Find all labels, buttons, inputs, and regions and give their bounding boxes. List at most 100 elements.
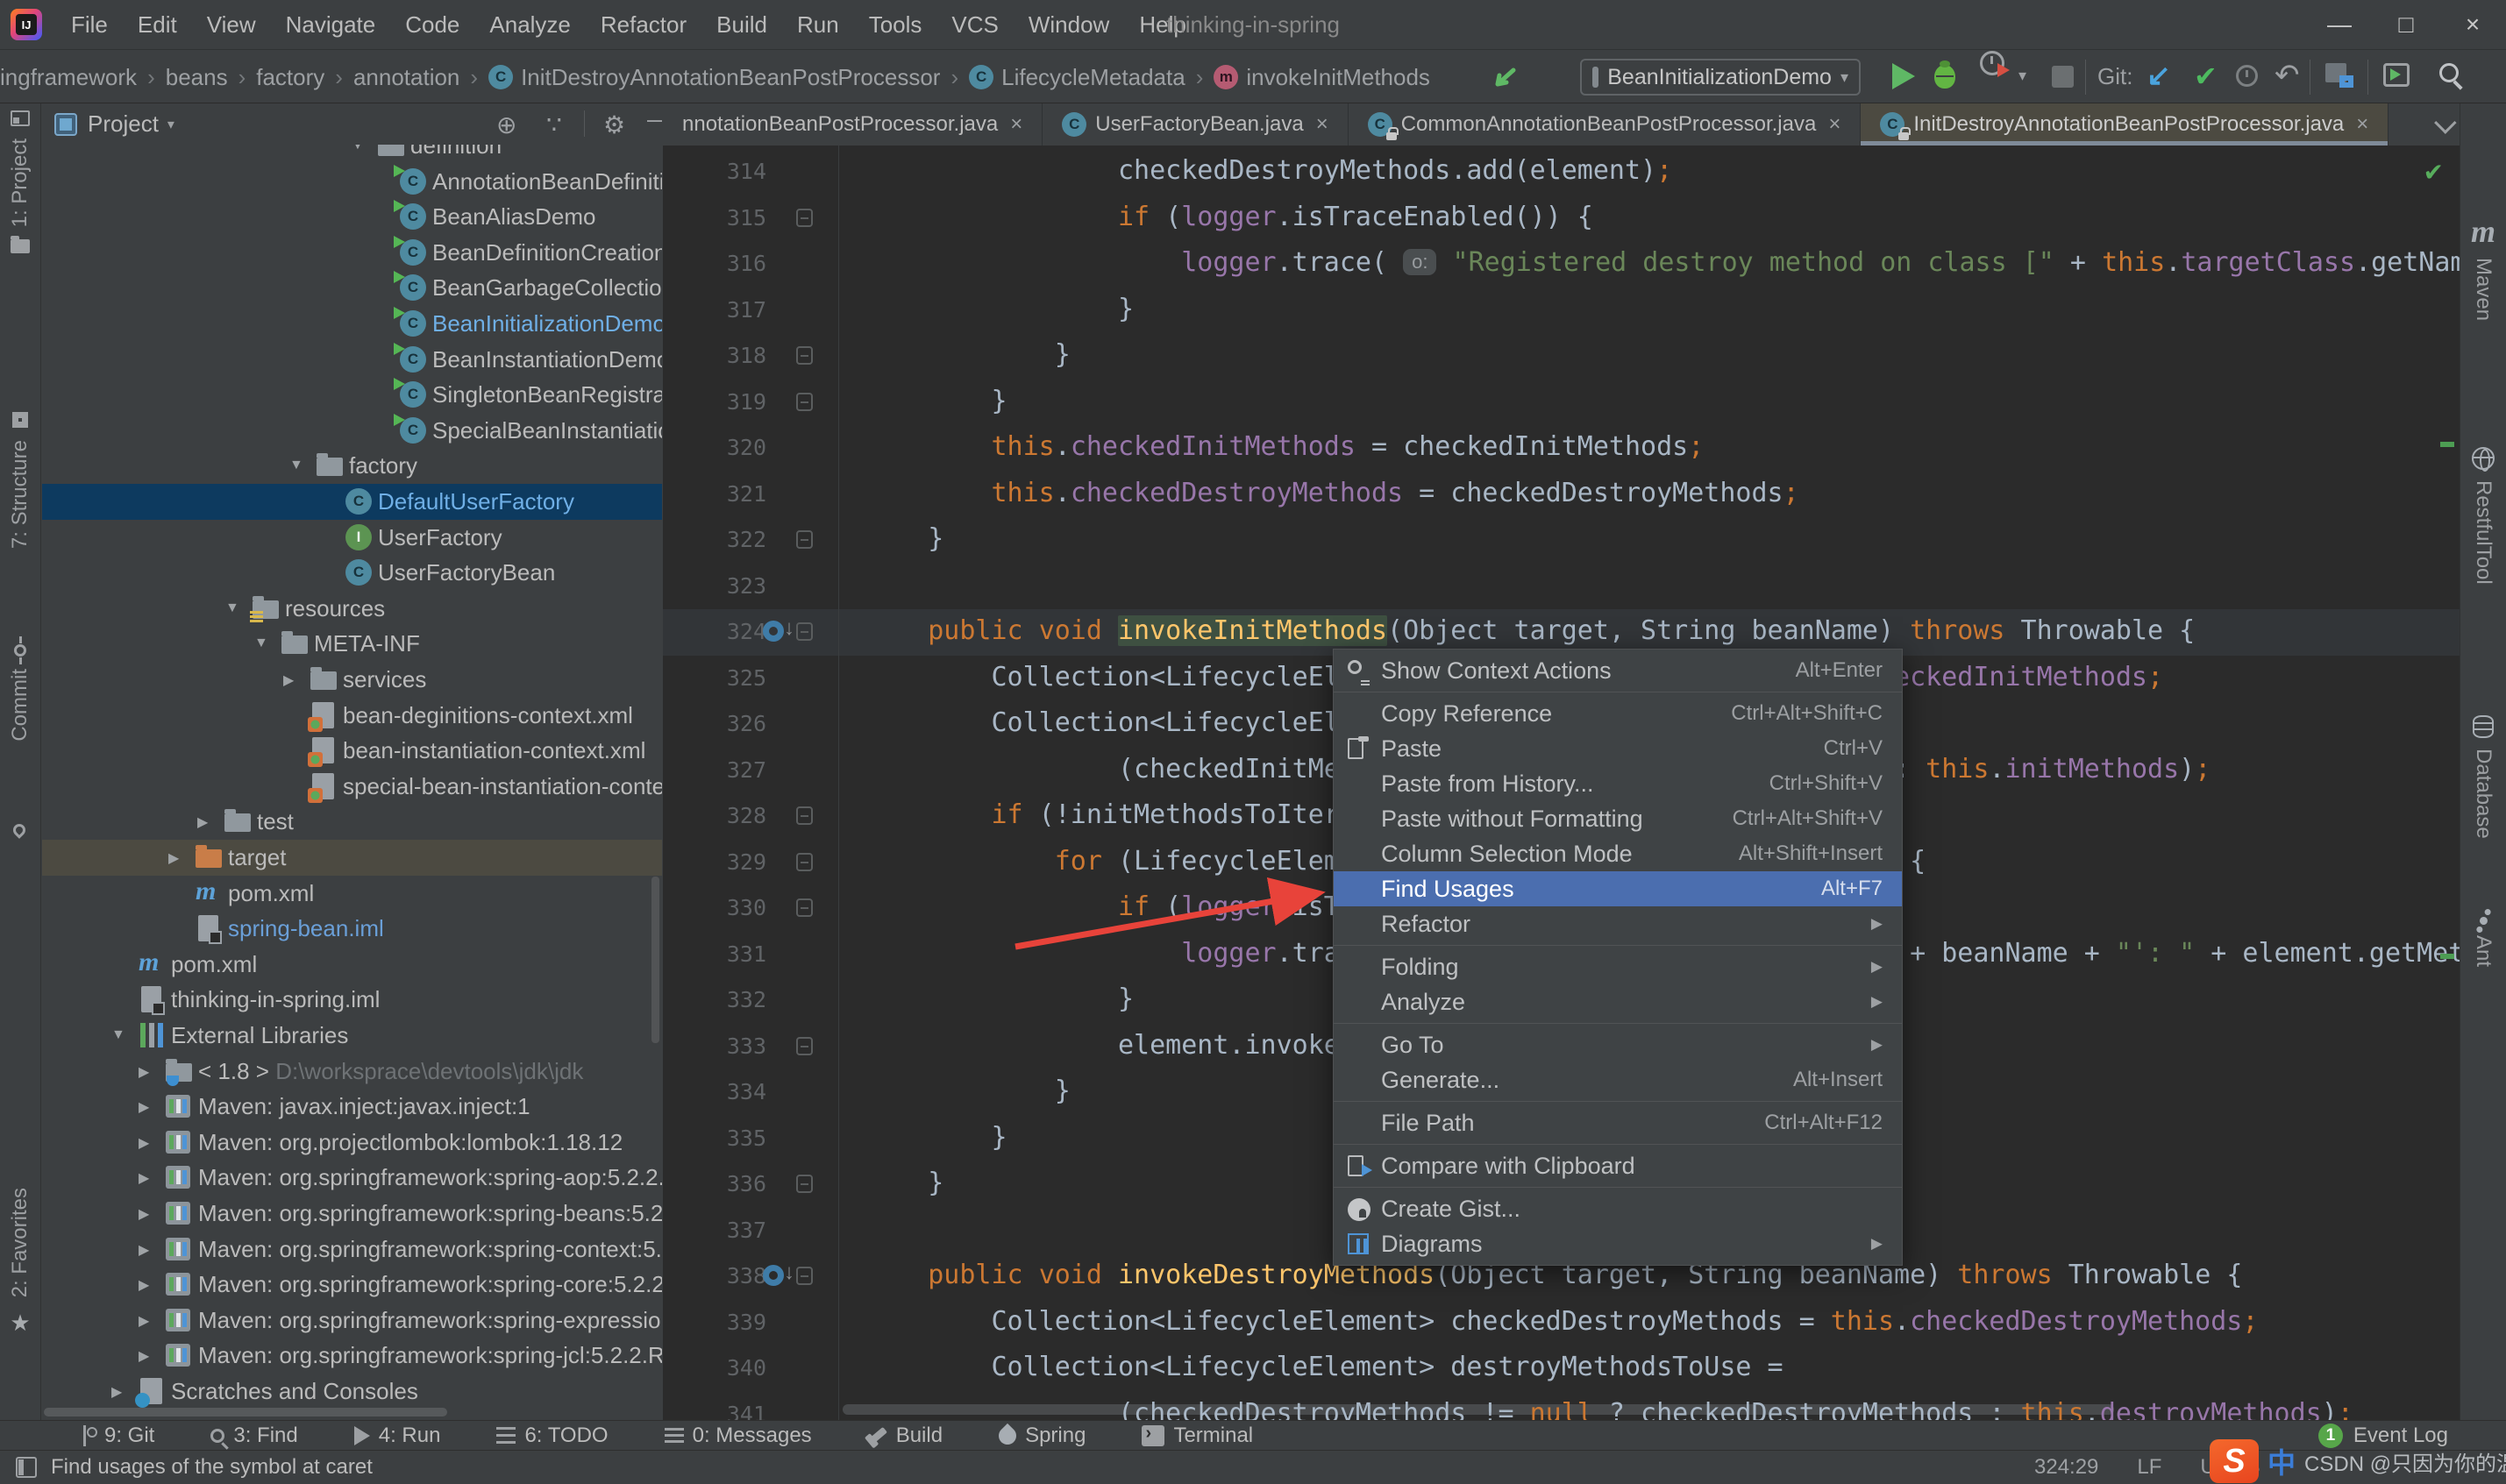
tree-row-beaninitializationdemo[interactable]: CBeanInitializationDemo (42, 306, 662, 342)
fold-marker-icon[interactable] (796, 806, 813, 825)
tree-row-pom-xml[interactable]: mpom.xml (42, 947, 662, 983)
git-update-icon[interactable]: ↙ (2146, 58, 2171, 92)
collapse-all-icon[interactable]: ∵ (546, 110, 562, 139)
tab-close-icon[interactable]: × (1316, 112, 1328, 137)
tree-collapsed-arrow-icon[interactable]: ▶ (139, 1241, 149, 1259)
code-line-317[interactable]: 317 } (663, 288, 2460, 334)
context-menu-item-diagrams[interactable]: Diagrams▶ (1334, 1226, 1902, 1261)
menubar-item-edit[interactable]: Edit (123, 0, 192, 50)
context-menu-item-paste-from-history[interactable]: Paste from History...Ctrl+Shift+V (1334, 766, 1902, 801)
toolwindow-button-build[interactable]: Build (868, 1424, 943, 1448)
context-menu-item-paste[interactable]: PasteCtrl+V (1334, 731, 1902, 766)
chevron-down-icon[interactable]: ▾ (167, 116, 174, 133)
analysis-mark[interactable] (2440, 954, 2454, 959)
fold-marker-icon[interactable] (796, 853, 813, 871)
override-method-gutter-icon[interactable] (763, 1265, 784, 1286)
code-line-319[interactable]: 319 } (663, 380, 2460, 426)
locate-icon[interactable]: ⊕ (496, 110, 516, 139)
tree-row-maven-org-projectlombok-lombok-1-18-12[interactable]: ▶Maven: org.projectlombok:lombok:1.18.12 (42, 1125, 662, 1161)
git-rollback-icon[interactable]: ↶ (2275, 58, 2300, 93)
tree-collapsed-arrow-icon[interactable]: ▶ (139, 1205, 149, 1223)
search-everywhere-icon[interactable] (2439, 63, 2459, 82)
context-menu-item-show-context-actions[interactable]: Show Context ActionsAlt+Enter (1334, 653, 1902, 688)
build-arrow-icon[interactable] (1491, 61, 1524, 95)
tree-row-external-libraries[interactable]: ▼External Libraries (42, 1018, 662, 1054)
tree-collapsed-arrow-icon[interactable]: ▶ (139, 1063, 149, 1081)
pin-icon[interactable] (11, 821, 28, 839)
git-commit-icon[interactable]: ✔ (2194, 60, 2218, 93)
tool-window-toggle-icon[interactable] (16, 1457, 37, 1478)
fold-marker-icon[interactable] (796, 209, 813, 227)
tree-row-thinking-in-spring-iml[interactable]: thinking-in-spring.iml (42, 982, 662, 1018)
menubar-item-tools[interactable]: Tools (854, 0, 937, 50)
tree-collapsed-arrow-icon[interactable]: ▶ (139, 1134, 149, 1152)
tree-row-resources[interactable]: ▼resources (42, 591, 662, 627)
menubar-item-vcs[interactable]: VCS (936, 0, 1013, 50)
tree-row-maven-org-springframework-spring-beans-5-2-2-release[interactable]: ▶Maven: org.springframework:spring-beans… (42, 1196, 662, 1232)
fold-marker-icon[interactable] (796, 622, 813, 641)
context-menu-item-column-selection-mode[interactable]: Column Selection ModeAlt+Shift+Insert (1334, 836, 1902, 871)
menubar-item-refactor[interactable]: Refactor (586, 0, 701, 50)
left-strip-item-7-structure[interactable]: 7: Structure (0, 412, 40, 549)
tab-close-icon[interactable]: × (1828, 112, 1840, 137)
tree-row-target[interactable]: ▶target (42, 840, 662, 876)
tree-collapsed-arrow-icon[interactable]: ▶ (197, 813, 208, 831)
toolwindow-button-4-run[interactable]: 4: Run (354, 1424, 441, 1448)
menubar-item-code[interactable]: Code (390, 0, 474, 50)
code-line-323[interactable]: 323 (663, 564, 2460, 610)
code-line-339[interactable]: 339 Collection<LifecycleElement> checked… (663, 1300, 2460, 1346)
tree-collapsed-arrow-icon[interactable]: ▶ (139, 1098, 149, 1116)
context-menu-item-go-to[interactable]: Go To▶ (1334, 1027, 1902, 1062)
left-strip-item-commit[interactable]: Commit (0, 644, 40, 742)
debug-button[interactable] (1934, 65, 1955, 89)
code-line-314[interactable]: 314 checkedDestroyMethods.add(element); (663, 149, 2460, 195)
tree-row-specialbeaninstantiationdemo[interactable]: CSpecialBeanInstantiationDemo (42, 413, 662, 449)
code-line-340[interactable]: 340 Collection<LifecycleElement> destroy… (663, 1346, 2460, 1392)
context-menu-item-create-gist[interactable]: Create Gist... (1334, 1191, 1902, 1226)
git-history-icon[interactable] (2236, 65, 2258, 87)
fold-marker-icon[interactable] (796, 1037, 813, 1055)
tree-row-test[interactable]: ▶test (42, 804, 662, 840)
fold-marker-icon[interactable] (796, 898, 813, 917)
menubar-item-view[interactable]: View (192, 0, 271, 50)
right-strip-item-ant[interactable]: Ant (2460, 917, 2506, 967)
tree-row-maven-org-springframework-spring-aop-5-2-2-release[interactable]: ▶Maven: org.springframework:spring-aop:5… (42, 1160, 662, 1196)
editor-tab-initdestroyannotationbeanpostprocessor-java[interactable]: CInitDestroyAnnotationBeanPostProcessor.… (1861, 103, 2389, 146)
profiler-button[interactable] (1980, 51, 2004, 75)
project-horizontal-scrollbar[interactable] (44, 1408, 447, 1417)
context-menu-item-compare-with-clipboard[interactable]: Compare with Clipboard (1334, 1148, 1902, 1183)
tree-collapsed-arrow-icon[interactable]: ▶ (139, 1169, 149, 1187)
tree-row-maven-org-springframework-spring-expression-5-2-2-release[interactable]: ▶Maven: org.springframework:spring-expre… (42, 1303, 662, 1338)
code-line-322[interactable]: 322 } (663, 517, 2460, 564)
tree-row-maven-org-springframework-spring-jcl-5-2-2-release[interactable]: ▶Maven: org.springframework:spring-jcl:5… (42, 1338, 662, 1374)
fold-marker-icon[interactable] (796, 1267, 813, 1285)
toolwindow-button-spring[interactable]: Spring (999, 1424, 1086, 1448)
tool-window-layout-icon[interactable] (11, 110, 30, 126)
context-menu-item-file-path[interactable]: File PathCtrl+Alt+F12 (1334, 1105, 1902, 1140)
tree-collapsed-arrow-icon[interactable]: ▶ (168, 849, 179, 867)
tree-row-meta-inf[interactable]: ▼META-INF (42, 626, 662, 662)
right-strip-item-database[interactable]: Database (2460, 715, 2506, 839)
code-line-320[interactable]: 320 this.checkedInitMethods = checkedIni… (663, 425, 2460, 472)
tree-collapsed-arrow-icon[interactable]: ▶ (283, 671, 294, 689)
project-structure-icon[interactable] (2325, 63, 2353, 88)
fold-marker-icon[interactable] (796, 346, 813, 365)
tree-row-beanaliasdemo[interactable]: CBeanAliasDemo (42, 199, 662, 235)
project-panel-title[interactable]: Project (88, 110, 159, 138)
profiler-dropdown-icon[interactable]: ▾ (2018, 67, 2026, 85)
tree-collapsed-arrow-icon[interactable]: ▶ (139, 1347, 149, 1365)
right-strip-item-restfultool[interactable]: RestfulTool (2460, 447, 2506, 585)
tree-collapsed-arrow-icon[interactable]: ▶ (139, 1312, 149, 1330)
code-line-316[interactable]: 316 logger.trace( o: "Registered destroy… (663, 241, 2460, 288)
run-configuration-select[interactable]: BeanInitializationDemo ▾ (1580, 59, 1861, 96)
tree-row-pom-xml[interactable]: mpom.xml (42, 876, 662, 912)
tree-expanded-arrow-icon[interactable]: ▼ (289, 458, 303, 473)
tree-row-annotationbeandefinitiondemo[interactable]: CAnnotationBeanDefinitionDemo (42, 164, 662, 200)
override-method-gutter-icon[interactable] (763, 621, 784, 642)
line-ending[interactable]: LF (2137, 1455, 2161, 1480)
menubar-item-build[interactable]: Build (701, 0, 782, 50)
menubar-item-navigate[interactable]: Navigate (271, 0, 391, 50)
tree-collapsed-arrow-icon[interactable]: ▶ (111, 1383, 122, 1401)
left-strip-item-1-project[interactable]: 1: Project (0, 138, 40, 253)
tree-row-services[interactable]: ▶services (42, 662, 662, 698)
